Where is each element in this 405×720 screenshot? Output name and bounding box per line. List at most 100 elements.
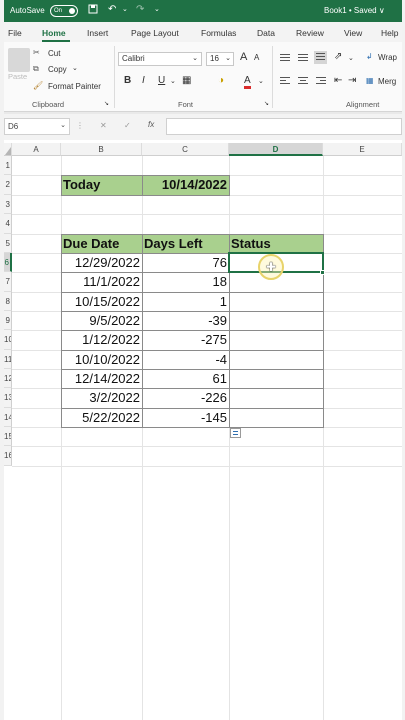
cell-days-left[interactable]: 61	[142, 369, 229, 388]
cell-days-left[interactable]: 76	[142, 253, 229, 272]
decrease-font-icon[interactable]: A	[254, 53, 259, 62]
increase-indent-icon[interactable]: ⇥	[348, 75, 356, 86]
cell-status[interactable]	[229, 350, 323, 369]
underline-button[interactable]: U	[158, 75, 165, 86]
increase-font-icon[interactable]: A	[240, 51, 247, 63]
cell-status[interactable]	[229, 330, 323, 350]
row-header[interactable]: 15	[4, 427, 12, 446]
bottom-align-icon[interactable]	[314, 51, 327, 64]
cell-due-date[interactable]: 12/14/2022	[61, 369, 142, 388]
cut-button[interactable]: Cut	[48, 49, 60, 58]
tab-insert[interactable]: Insert	[87, 28, 108, 38]
row-header[interactable]: 16	[4, 446, 12, 466]
customize-qat-icon[interactable]: ⌄	[154, 4, 160, 16]
clipboard-launcher-icon[interactable]: ↘	[104, 100, 109, 107]
undo-icon[interactable]: ↶	[108, 4, 116, 16]
column-header-d[interactable]: D	[229, 143, 323, 156]
format-painter-button[interactable]: Format Painter	[48, 82, 101, 91]
row-header[interactable]: 11	[4, 350, 12, 369]
fill-color-icon[interactable]: ◑	[218, 75, 224, 86]
row-header[interactable]: 12	[4, 369, 12, 388]
copy-dropdown-icon[interactable]: ⌄	[72, 64, 78, 72]
cancel-icon[interactable]: ✕	[100, 121, 107, 130]
row-header[interactable]: 7	[4, 272, 12, 292]
cell-b2[interactable]: Today	[61, 175, 142, 195]
orientation-icon[interactable]: ⇗	[334, 51, 342, 62]
row-header[interactable]: 4	[4, 214, 12, 234]
borders-icon[interactable]: ▦	[182, 75, 191, 86]
name-box[interactable]: D6 ⌄	[4, 118, 70, 135]
tab-review[interactable]: Review	[296, 28, 324, 38]
align-right-icon[interactable]	[316, 77, 326, 85]
copy-button[interactable]: Copy	[48, 65, 67, 74]
header-days-left[interactable]: Days Left	[142, 234, 229, 253]
cell-c2[interactable]: 10/14/2022	[142, 175, 229, 195]
tab-data[interactable]: Data	[257, 28, 275, 38]
more-options-icon[interactable]: ⋮	[76, 121, 84, 130]
font-name-select[interactable]: Calibri ⌄	[118, 52, 202, 66]
cell-due-date[interactable]: 1/12/2022	[61, 330, 142, 350]
row-header[interactable]: 3	[4, 195, 12, 214]
bold-button[interactable]: B	[124, 75, 131, 86]
save-icon[interactable]	[88, 4, 98, 18]
cell-due-date[interactable]: 11/1/2022	[61, 272, 142, 292]
row-header[interactable]: 14	[4, 408, 12, 427]
redo-icon[interactable]: ↷	[136, 4, 144, 16]
fill-handle[interactable]	[320, 270, 325, 275]
row-header[interactable]: 10	[4, 330, 12, 350]
header-due-date[interactable]: Due Date	[61, 234, 142, 253]
font-launcher-icon[interactable]: ↘	[264, 100, 269, 107]
cell-status[interactable]	[229, 408, 323, 427]
row-header[interactable]: 6	[4, 253, 12, 272]
row-header[interactable]: 1	[4, 156, 12, 175]
undo-dropdown-icon[interactable]: ⌄	[122, 4, 128, 16]
tab-view[interactable]: View	[344, 28, 362, 38]
italic-button[interactable]: I	[142, 75, 145, 86]
underline-dropdown-icon[interactable]: ⌄	[170, 77, 176, 85]
align-left-icon[interactable]	[280, 77, 290, 85]
cell-due-date[interactable]: 9/5/2022	[61, 311, 142, 330]
middle-align-icon[interactable]	[298, 54, 308, 62]
cell-days-left[interactable]: -39	[142, 311, 229, 330]
cell-status[interactable]	[229, 369, 323, 388]
align-center-icon[interactable]	[298, 77, 308, 85]
tab-help[interactable]: Help	[381, 28, 398, 38]
row-header[interactable]: 9	[4, 311, 12, 330]
row-header[interactable]: 2	[4, 175, 12, 195]
font-color-button[interactable]: A	[244, 75, 251, 89]
column-header-a[interactable]: A	[12, 143, 61, 156]
select-all-corner[interactable]	[4, 143, 12, 156]
cell-status[interactable]	[229, 311, 323, 330]
merge-center-button[interactable]: Merg	[378, 77, 396, 86]
formula-input[interactable]	[166, 118, 402, 135]
cell-due-date[interactable]: 3/2/2022	[61, 388, 142, 408]
document-name[interactable]: Book1 • Saved ∨	[324, 6, 385, 15]
top-align-icon[interactable]	[280, 54, 290, 62]
cell-days-left[interactable]: 1	[142, 292, 229, 311]
tab-home[interactable]: Home	[42, 28, 66, 38]
row-header[interactable]: 13	[4, 388, 12, 408]
cell-days-left[interactable]: 18	[142, 272, 229, 292]
cell-due-date[interactable]: 5/22/2022	[61, 408, 142, 427]
orientation-dropdown-icon[interactable]: ⌄	[348, 54, 354, 62]
cell-days-left[interactable]: -226	[142, 388, 229, 408]
insert-function-icon[interactable]: fx	[148, 120, 154, 129]
cell-status[interactable]	[229, 388, 323, 408]
paste-icon[interactable]	[8, 48, 30, 72]
font-size-select[interactable]: 16 ⌄	[206, 52, 234, 66]
cell-status[interactable]	[229, 292, 323, 311]
cell-due-date[interactable]: 10/10/2022	[61, 350, 142, 369]
cell-days-left[interactable]: -145	[142, 408, 229, 427]
cell-days-left[interactable]: -275	[142, 330, 229, 350]
font-color-dropdown-icon[interactable]: ⌄	[258, 77, 264, 85]
column-header-e[interactable]: E	[323, 143, 402, 156]
decrease-indent-icon[interactable]: ⇤	[334, 75, 342, 86]
quick-analysis-icon[interactable]	[230, 428, 241, 438]
row-header[interactable]: 8	[4, 292, 12, 311]
row-header[interactable]: 5	[4, 234, 12, 253]
enter-icon[interactable]: ✓	[124, 121, 131, 130]
autosave-toggle[interactable]: On	[50, 5, 78, 17]
tab-formulas[interactable]: Formulas	[201, 28, 236, 38]
tab-file[interactable]: File	[8, 28, 22, 38]
cell-due-date[interactable]: 10/15/2022	[61, 292, 142, 311]
